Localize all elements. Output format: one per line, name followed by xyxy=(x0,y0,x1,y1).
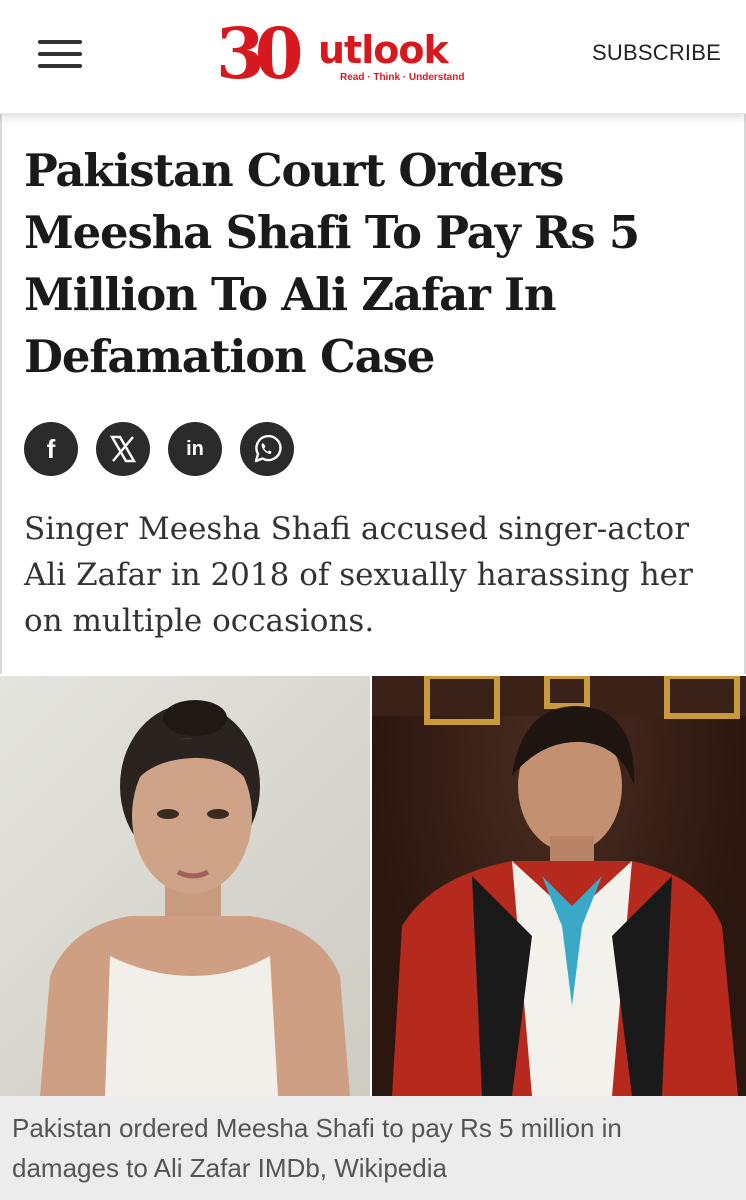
linkedin-icon: in xyxy=(186,437,204,460)
logo-word: utlook xyxy=(318,28,449,72)
article-summary: Singer Meesha Shafi accused singer-actor… xyxy=(24,511,693,639)
hamburger-menu-icon[interactable] xyxy=(38,40,82,72)
site-header: 30 utlook Read · Think · Understand SUBS… xyxy=(0,0,746,114)
photo-ali-zafar xyxy=(372,676,746,1096)
facebook-icon: f xyxy=(46,433,56,464)
subscribe-button[interactable]: SUBSCRIBE xyxy=(592,40,721,66)
article-headline: Pakistan Court Orders Meesha Shafi To Pa… xyxy=(24,144,640,383)
facebook-share-button[interactable]: f xyxy=(24,422,78,476)
share-bar: f in xyxy=(24,422,294,476)
whatsapp-share-button[interactable] xyxy=(240,422,294,476)
page-edge-left xyxy=(0,114,2,674)
x-share-button[interactable] xyxy=(96,422,150,476)
whatsapp-icon xyxy=(254,434,282,463)
linkedin-share-button[interactable]: in xyxy=(168,422,222,476)
logo-number: 30 xyxy=(216,12,303,95)
x-icon xyxy=(109,435,137,463)
photo-meesha-shafi xyxy=(0,676,370,1096)
logo-tagline: Read · Think · Understand xyxy=(340,72,465,83)
outlook-logo[interactable]: 30 utlook Read · Think · Understand xyxy=(216,16,486,92)
image-caption: Pakistan ordered Meesha Shafi to pay Rs … xyxy=(0,1096,746,1200)
